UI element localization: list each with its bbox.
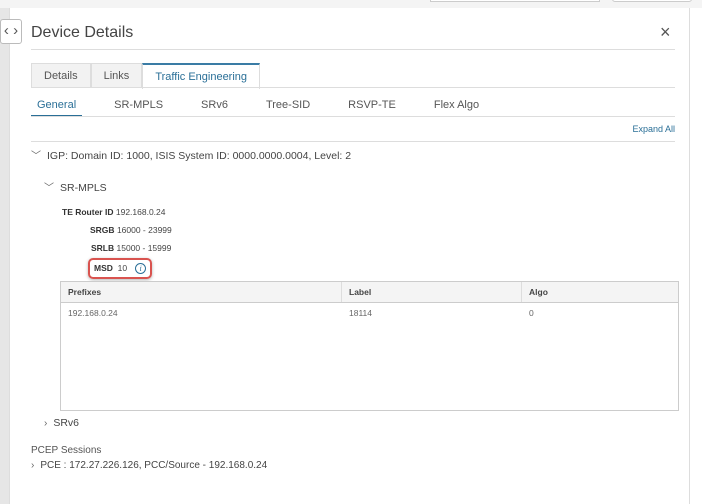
column-header-prefixes[interactable]: Prefixes bbox=[61, 282, 342, 302]
table-header: Prefixes Label Algo bbox=[61, 282, 678, 303]
subtab-bar: General SR-MPLS SRv6 Tree-SID RSVP-TE Fl… bbox=[31, 99, 511, 117]
top-search-box[interactable] bbox=[430, 0, 600, 2]
divider bbox=[31, 141, 675, 142]
chevron-down-icon: ﹀ bbox=[31, 151, 41, 162]
cell-prefix: 192.168.0.24 bbox=[68, 308, 118, 318]
cell-algo: 0 bbox=[529, 308, 534, 318]
close-icon[interactable]: × bbox=[660, 22, 671, 43]
te-router-id-label: TE Router ID bbox=[62, 207, 114, 217]
subtab-sr-mpls[interactable]: SR-MPLS bbox=[108, 99, 169, 117]
tab-links[interactable]: Links bbox=[90, 63, 143, 88]
srgb-value: 16000 - 23999 bbox=[116, 225, 172, 235]
tab-bar: Details Links Traffic Engineering bbox=[31, 63, 261, 89]
expand-all-link[interactable]: Expand All bbox=[632, 124, 675, 134]
tab-details[interactable]: Details bbox=[31, 63, 91, 88]
top-button[interactable] bbox=[612, 0, 692, 2]
chevron-down-icon: ﹀ bbox=[44, 183, 54, 194]
subtab-flex-algo[interactable]: Flex Algo bbox=[428, 99, 485, 117]
column-header-label[interactable]: Label bbox=[342, 282, 522, 302]
divider bbox=[31, 87, 675, 88]
chevron-right-icon: › bbox=[31, 460, 35, 471]
sr-mpls-section-header[interactable]: ﹀ SR-MPLS bbox=[44, 179, 107, 194]
srv6-section-header[interactable]: › SRv6 bbox=[44, 417, 79, 429]
cell-label: 18114 bbox=[349, 308, 373, 318]
divider bbox=[31, 116, 675, 117]
table-row: 192.168.0.24 18114 0 bbox=[61, 303, 678, 327]
srgb: SRGB 16000 - 23999 bbox=[90, 225, 172, 235]
igp-label: IGP: Domain ID: 1000, ISIS System ID: 00… bbox=[47, 150, 352, 162]
srlb: SRLB 15000 - 15999 bbox=[91, 243, 171, 253]
igp-section-header[interactable]: ﹀ IGP: Domain ID: 1000, ISIS System ID: 0… bbox=[31, 147, 351, 162]
column-header-algo[interactable]: Algo bbox=[522, 282, 678, 302]
scrollbar[interactable] bbox=[689, 8, 702, 504]
srgb-label: SRGB bbox=[90, 225, 115, 235]
subtab-rsvp-te[interactable]: RSVP-TE bbox=[342, 99, 402, 117]
te-router-id: TE Router ID 192.168.0.24 bbox=[62, 207, 166, 217]
subtab-tree-sid[interactable]: Tree-SID bbox=[260, 99, 316, 117]
srlb-label: SRLB bbox=[91, 243, 115, 253]
page-title: Device Details bbox=[31, 24, 134, 41]
sr-mpls-label: SR-MPLS bbox=[60, 182, 107, 194]
pcep-session-item[interactable]: › PCE : 172.27.226.126, PCC/Source - 192.… bbox=[31, 460, 267, 471]
srv6-label: SRv6 bbox=[53, 417, 80, 429]
panel-toggle-icon[interactable]: ‹ › bbox=[0, 19, 22, 44]
pcep-session-label: PCE : 172.27.226.126, PCC/Source - 192.1… bbox=[40, 460, 268, 471]
tab-traffic-engineering[interactable]: Traffic Engineering bbox=[142, 63, 261, 89]
te-router-id-value: 192.168.0.24 bbox=[115, 207, 166, 217]
divider bbox=[31, 49, 675, 50]
subtab-general[interactable]: General bbox=[31, 99, 83, 117]
pcep-sessions-title: PCEP Sessions bbox=[31, 445, 102, 456]
prefixes-table: Prefixes Label Algo 192.168.0.24 18114 0 bbox=[60, 281, 679, 411]
msd-highlight bbox=[88, 258, 152, 279]
chevron-right-icon: › bbox=[44, 418, 48, 429]
subtab-srv6[interactable]: SRv6 bbox=[195, 99, 234, 117]
srlb-value: 15000 - 15999 bbox=[116, 243, 172, 253]
